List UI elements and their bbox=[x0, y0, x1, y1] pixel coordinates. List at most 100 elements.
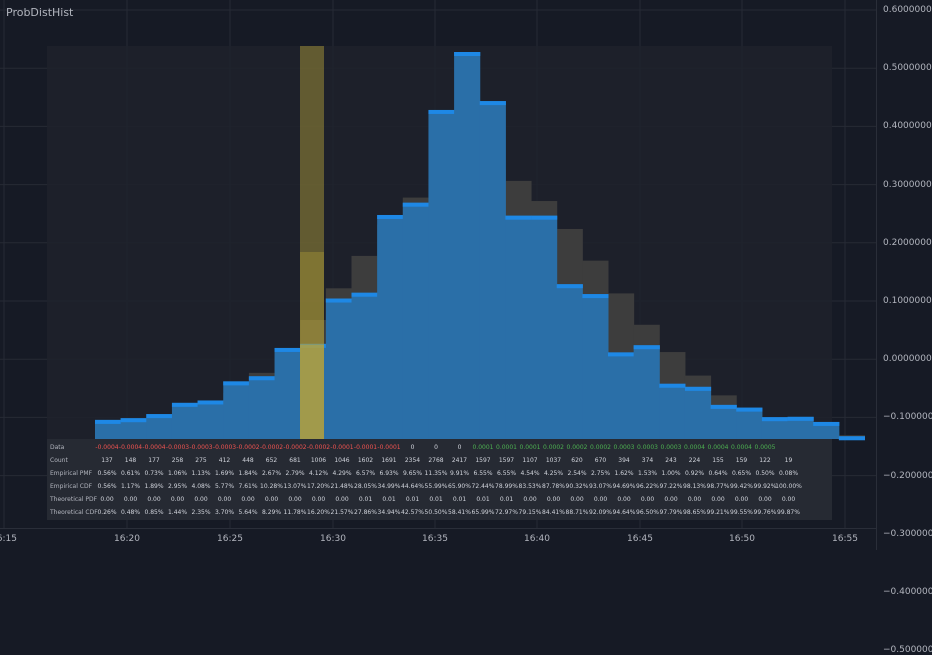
price-axis[interactable]: 0.60000000 0.50000000 0.40000000 0.30000000… bbox=[876, 0, 932, 655]
stats-cell: 0.00 bbox=[640, 496, 655, 503]
stats-cell: 224 bbox=[688, 457, 701, 464]
stats-cell: 78.99% bbox=[495, 483, 518, 490]
stats-cell: 0.01 bbox=[429, 496, 443, 503]
stats-cell: 11.35% bbox=[424, 470, 448, 477]
stats-cell: 1.53% bbox=[637, 470, 658, 477]
stats-cell: 0.0003 bbox=[660, 444, 682, 451]
price-axis-label: 0.40000000 bbox=[883, 121, 932, 132]
price-axis-label: 0.50000000 bbox=[883, 63, 932, 74]
stats-cell: 2.54% bbox=[567, 470, 587, 477]
empirical-bar bbox=[608, 352, 635, 439]
stats-cell: 50.50% bbox=[424, 509, 448, 516]
stats-cell: 2.35% bbox=[191, 509, 211, 516]
stats-cell: 275 bbox=[195, 457, 207, 464]
stats-cell: 99.87% bbox=[777, 509, 800, 516]
empirical-bar bbox=[223, 381, 250, 439]
stats-cell: -0.0004 bbox=[142, 444, 166, 451]
stats-cell: 1107 bbox=[522, 457, 538, 464]
stats-cell: 0.01 bbox=[499, 496, 514, 503]
stats-cell: 58.41% bbox=[448, 509, 471, 516]
price-axis-label: −0.20000000 bbox=[883, 470, 932, 481]
stats-cell: 1046 bbox=[334, 457, 350, 464]
stats-cell: 4.25% bbox=[543, 470, 564, 477]
stats-cell: 99.55% bbox=[730, 509, 753, 516]
stats-cell: 6.57% bbox=[355, 470, 376, 477]
time-axis[interactable]: 16:15 16:20 16:25 16:30 16:35 16:40 16:45 16:50… bbox=[0, 528, 876, 551]
stats-cell: 0.0004 bbox=[684, 444, 705, 451]
stats-cell: 93.07% bbox=[589, 483, 612, 490]
price-axis-label: 0.30000000 bbox=[883, 179, 932, 190]
stats-cell: 0.73% bbox=[144, 470, 164, 477]
stats-row-label: Theoretical PDF bbox=[50, 496, 98, 503]
stats-cell: 0.00 bbox=[570, 496, 584, 503]
stats-cell: 0.0004 bbox=[731, 444, 752, 451]
stats-row-label: Empirical CDF bbox=[50, 483, 93, 490]
stats-cell: 448 bbox=[242, 457, 254, 464]
stats-cell: 1.44% bbox=[167, 509, 188, 516]
stats-cell: -0.0002 bbox=[306, 444, 331, 451]
stats-cell: 72.44% bbox=[471, 483, 495, 490]
stats-cell: 65.90% bbox=[448, 483, 471, 490]
stats-cell: 94.64% bbox=[612, 509, 636, 516]
stats-cell: 1.06% bbox=[167, 470, 188, 477]
stats-cell: 99.92% bbox=[753, 483, 777, 490]
stats-cell: 0.00 bbox=[734, 496, 749, 503]
stats-cell: 0.56% bbox=[97, 483, 117, 490]
stats-cell: 55.99% bbox=[424, 483, 448, 490]
stats-cell: 13.07% bbox=[283, 483, 307, 490]
stats-cell: 0.01 bbox=[382, 496, 396, 503]
price-axis-label: −0.10000000 bbox=[883, 412, 932, 423]
stats-cell: 1.89% bbox=[144, 483, 164, 490]
stats-cell: 0.56% bbox=[97, 470, 117, 477]
stats-cell: 5.77% bbox=[214, 483, 235, 490]
stats-cell: 8.29% bbox=[261, 509, 282, 516]
empirical-bar-cap bbox=[325, 298, 352, 303]
empirical-bar-cap bbox=[274, 347, 301, 352]
stats-cell: 2.95% bbox=[167, 483, 188, 490]
empirical-bar-cap bbox=[736, 407, 763, 412]
stats-cell: 92.09% bbox=[589, 509, 612, 516]
stats-cell: 0 bbox=[434, 444, 438, 451]
empirical-bar bbox=[351, 292, 378, 439]
stats-cell: 148 bbox=[124, 457, 137, 464]
price-axis-label: 0.00000000 bbox=[883, 354, 932, 365]
empirical-bar-cap bbox=[556, 284, 583, 289]
stats-cell: 11.78% bbox=[283, 509, 307, 516]
stats-cell: 1691 bbox=[381, 457, 397, 464]
stats-cell: 99.42% bbox=[730, 483, 753, 490]
time-axis-label: 16:45 bbox=[627, 534, 653, 544]
empirical-bar-cap bbox=[787, 416, 814, 421]
empirical-bar bbox=[684, 386, 712, 439]
stats-cell: 0 bbox=[457, 444, 462, 451]
stats-cell: 10.28% bbox=[260, 483, 283, 490]
stats-cell: 3.70% bbox=[214, 509, 235, 516]
price-axis-label: 0.60000000 bbox=[883, 5, 932, 15]
stats-cell: 0.48% bbox=[120, 509, 141, 516]
empirical-bar bbox=[556, 284, 583, 439]
stats-cell: 4.54% bbox=[520, 470, 540, 477]
stats-cell: 6.55% bbox=[496, 470, 517, 477]
empirical-bar bbox=[377, 214, 404, 439]
stats-cell: 96.50% bbox=[636, 509, 659, 516]
stats-cell: -0.0001 bbox=[377, 444, 401, 451]
stats-cell: 17.20% bbox=[307, 483, 330, 490]
stats-cell: 0.0002 bbox=[566, 444, 588, 451]
stats-cell: 159 bbox=[735, 457, 748, 464]
stats-cell: 1.62% bbox=[614, 470, 634, 477]
empirical-bar-cap bbox=[171, 402, 199, 407]
stats-cell: 0.00 bbox=[123, 496, 138, 503]
stats-row-label: Data bbox=[50, 444, 65, 451]
stats-cell: 0.64% bbox=[708, 470, 728, 477]
stats-cell: 0.00 bbox=[758, 496, 772, 503]
stats-cell: 2417 bbox=[451, 457, 468, 464]
stats-cell: 0.0001 bbox=[519, 444, 541, 451]
empirical-bar bbox=[736, 407, 763, 439]
stats-cell: 0.26% bbox=[97, 509, 117, 516]
stats-cell: -0.0004 bbox=[95, 444, 119, 451]
stats-table: Data -0.0004 -0.0004 -0.0004 -0.0003 -0.0003-… bbox=[47, 439, 832, 520]
indicator-title[interactable]: ProbDistHist bbox=[6, 6, 73, 19]
stats-cell: 94.69% bbox=[612, 483, 636, 490]
stats-cell: 96.22% bbox=[636, 483, 659, 490]
stats-cell: 88.71% bbox=[565, 509, 589, 516]
stats-cell: 84.41% bbox=[542, 509, 565, 516]
